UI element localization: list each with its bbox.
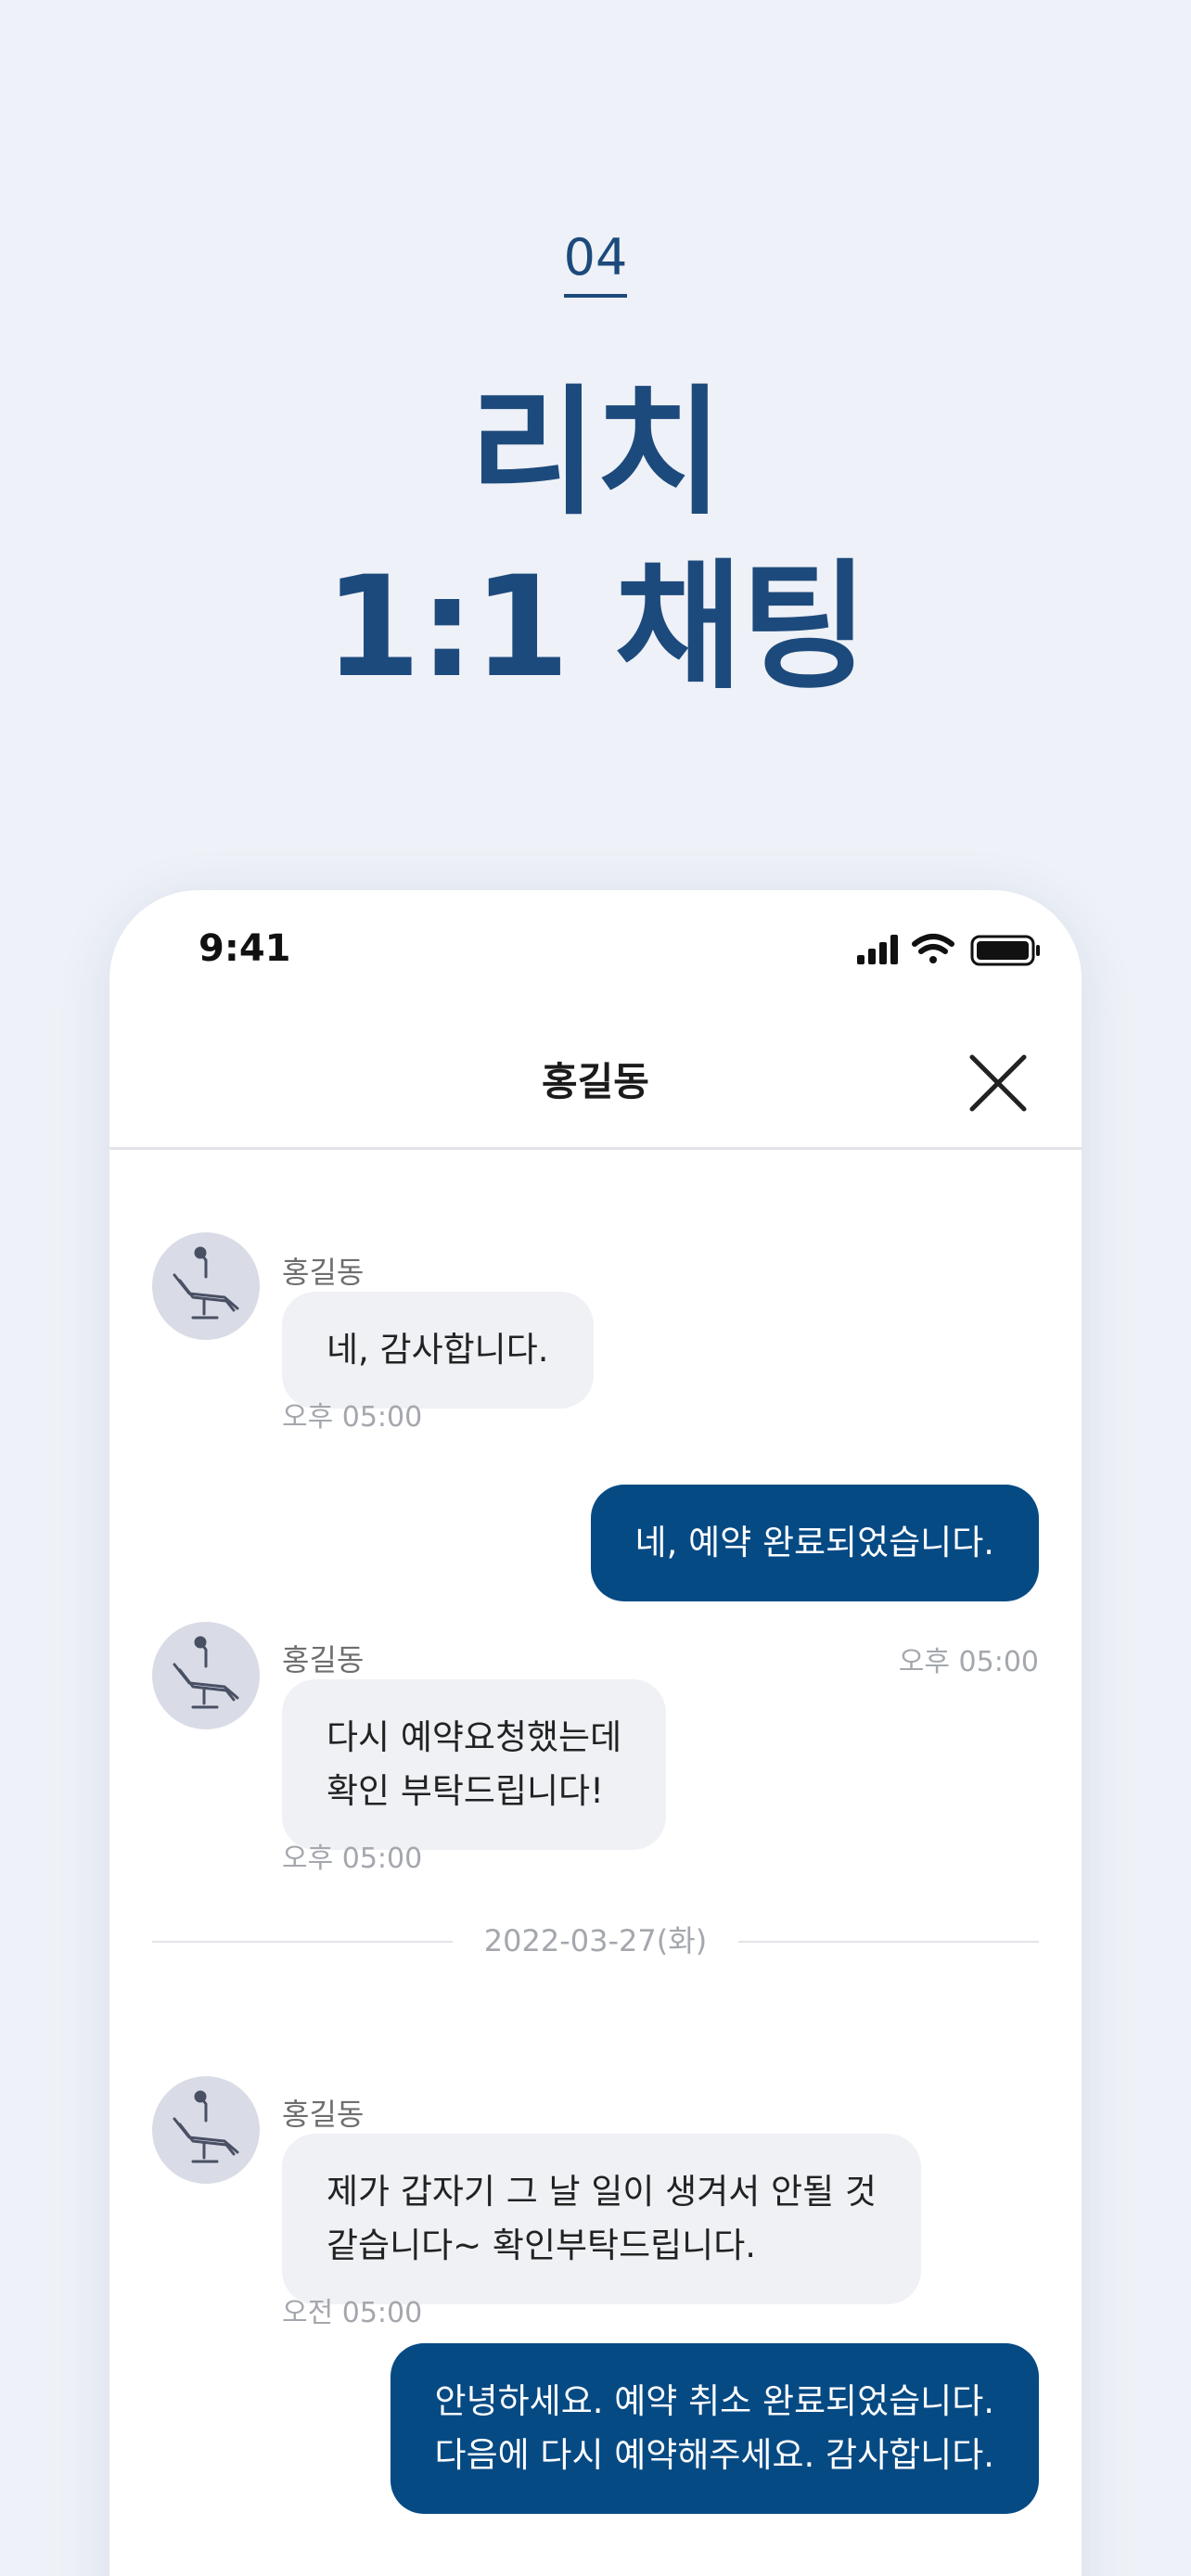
phone-mockup: 9:41 홍길동 홍길동 네, 감사합니다. 오후 05:00 네, 예약 완료… xyxy=(109,890,1082,2576)
promo-title-line1: 리치 xyxy=(468,373,724,534)
dental-chair-icon xyxy=(173,2090,239,2163)
incoming-message-bubble[interactable]: 네, 감사합니다. xyxy=(282,1292,594,1409)
message-text-line: 다시 예약요청했는데 xyxy=(327,1717,622,1757)
status-bar: 9:41 xyxy=(109,890,1082,1020)
cellular-signal-icon xyxy=(857,935,898,964)
message-text-line: 다음에 다시 예약해주세요. 감사합니다. xyxy=(434,2435,994,2475)
close-button[interactable] xyxy=(961,1046,1035,1120)
avatar[interactable] xyxy=(152,2076,260,2184)
message-time: 오후 05:00 xyxy=(282,1401,423,1434)
dental-chair-icon xyxy=(173,1636,239,1709)
battery-icon xyxy=(970,935,1040,966)
message-text-line: 안녕하세요. 예약 취소 완료되었습니다. xyxy=(434,2381,994,2421)
message-time: 오후 05:00 xyxy=(282,1843,423,1875)
message-time: 오전 05:00 xyxy=(282,2297,423,2329)
chat-messages[interactable]: 홍길동 네, 감사합니다. 오후 05:00 네, 예약 완료되었습니다. 홍길… xyxy=(109,1153,1082,2576)
message-sender: 홍길동 xyxy=(282,1255,365,1290)
message-sender: 홍길동 xyxy=(282,2097,365,2132)
date-label: 2022-03-27(화) xyxy=(152,1920,1039,1961)
chat-header: 홍길동 xyxy=(109,1020,1082,1150)
message-text-line: 제가 갑자기 그 날 일이 생겨서 안될 것 xyxy=(327,2172,877,2212)
dental-chair-icon xyxy=(173,1246,239,1320)
promo-title: 리치 1:1 채팅 xyxy=(0,366,1191,715)
incoming-message-bubble[interactable]: 다시 예약요청했는데 확인 부탁드립니다! xyxy=(282,1679,667,1850)
status-icons xyxy=(857,931,1043,968)
status-time: 9:41 xyxy=(198,927,291,970)
chat-title: 홍길동 xyxy=(542,1059,649,1104)
message-text: 네, 감사합니다. xyxy=(327,1330,549,1370)
outgoing-message-bubble[interactable]: 네, 예약 완료되었습니다. xyxy=(590,1485,1039,1601)
avatar[interactable] xyxy=(152,1622,260,1729)
message-side-time: 오후 05:00 xyxy=(898,1646,1039,1678)
promo-title-line2: 1:1 채팅 xyxy=(324,547,869,708)
incoming-message-bubble[interactable]: 제가 갑자기 그 날 일이 생겨서 안될 것 같습니다~ 확인부탁드립니다. xyxy=(282,2134,921,2304)
close-icon xyxy=(969,1054,1027,1112)
avatar[interactable] xyxy=(152,1232,260,1340)
wifi-icon xyxy=(912,934,954,963)
section-number: 04 xyxy=(0,228,1191,298)
message-text-line: 확인 부탁드립니다! xyxy=(327,1771,604,1811)
message-text: 네, 예약 완료되었습니다. xyxy=(634,1523,994,1562)
message-sender: 홍길동 xyxy=(282,1642,365,1677)
outgoing-message-bubble[interactable]: 안녕하세요. 예약 취소 완료되었습니다. 다음에 다시 예약해주세요. 감사합… xyxy=(390,2343,1039,2514)
message-text-line: 같습니다~ 확인부탁드립니다. xyxy=(327,2225,757,2265)
date-separator: 2022-03-27(화) xyxy=(152,1920,1039,1961)
